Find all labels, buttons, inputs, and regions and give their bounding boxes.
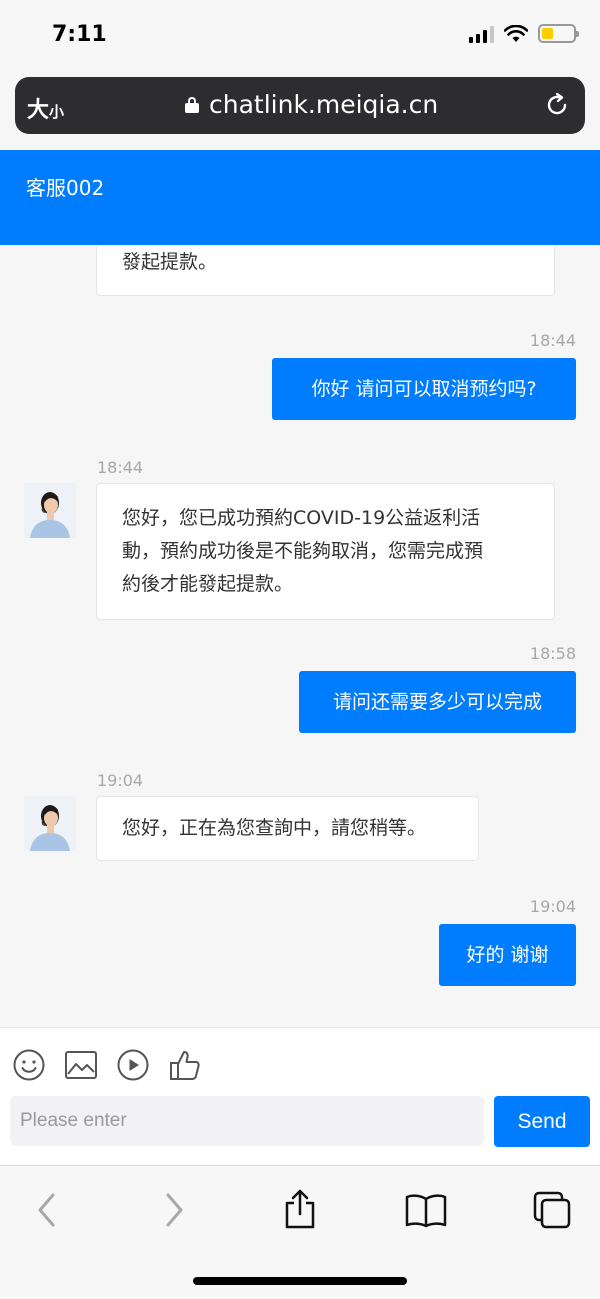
agent-message: 您好，正在為您查詢中，請您稍等。 bbox=[96, 796, 479, 861]
chat-header: 客服002 bbox=[0, 150, 600, 245]
send-button[interactable]: Send bbox=[494, 1096, 590, 1147]
battery-icon bbox=[538, 24, 579, 43]
my-message: 好的 谢谢 bbox=[439, 924, 576, 986]
agent-avatar-image bbox=[24, 796, 76, 851]
share-icon[interactable] bbox=[282, 1188, 318, 1230]
url-text: chatlink.meiqia.cn bbox=[209, 90, 439, 119]
browser-toolbar bbox=[0, 1165, 600, 1299]
composer-tools bbox=[12, 1048, 202, 1082]
message-timestamp: 19:04 bbox=[97, 771, 144, 790]
reload-icon[interactable] bbox=[543, 91, 571, 119]
message-line: 動，預約成功後是不能夠取消，您需完成預 bbox=[122, 540, 484, 562]
message-line: 約後才能發起提款。 bbox=[122, 573, 294, 595]
image-icon[interactable] bbox=[64, 1050, 98, 1080]
message-timestamp: 18:44 bbox=[529, 331, 576, 350]
message-list[interactable]: 發起提款。 18:44 你好 请问可以取消预约吗? 18:44 您好，您已成功預… bbox=[0, 245, 600, 1027]
my-message: 请问还需要多少可以完成 bbox=[299, 671, 576, 733]
address-bar[interactable]: 大小 chatlink.meiqia.cn bbox=[15, 77, 585, 134]
message-composer: Send bbox=[0, 1027, 600, 1165]
agent-avatar-image bbox=[24, 483, 76, 538]
forward-icon[interactable] bbox=[160, 1190, 188, 1230]
wifi-icon bbox=[504, 24, 528, 42]
agent-avatar bbox=[24, 796, 76, 851]
chat-title: 客服002 bbox=[26, 176, 105, 200]
lock-icon bbox=[185, 96, 199, 113]
agent-message: 發起提款。 bbox=[96, 245, 555, 296]
message-line: 您好，正在為您查詢中，請您稍等。 bbox=[122, 817, 427, 839]
message-line: 您好，您已成功預約COVID-19公益返利活 bbox=[122, 507, 481, 529]
message-timestamp: 19:04 bbox=[529, 897, 576, 916]
message-timestamp: 18:58 bbox=[529, 644, 576, 663]
cellular-signal-icon bbox=[469, 25, 494, 43]
status-time: 7:11 bbox=[52, 22, 107, 47]
play-icon[interactable] bbox=[116, 1048, 150, 1082]
back-icon[interactable] bbox=[33, 1190, 61, 1230]
text-size-small-label: 小 bbox=[49, 103, 65, 121]
agent-message: 您好，您已成功預約COVID-19公益返利活 動，預約成功後是不能夠取消，您需完… bbox=[96, 483, 555, 620]
agent-avatar bbox=[24, 483, 76, 538]
url-display[interactable]: chatlink.meiqia.cn bbox=[185, 90, 438, 119]
message-input[interactable] bbox=[10, 1096, 484, 1146]
text-size-big-label: 大 bbox=[27, 98, 50, 123]
emoji-icon[interactable] bbox=[12, 1048, 46, 1082]
thumbs-up-icon[interactable] bbox=[168, 1048, 202, 1082]
message-line: 發起提款。 bbox=[122, 251, 218, 273]
status-icons bbox=[469, 24, 579, 43]
my-message: 你好 请问可以取消预约吗? bbox=[272, 358, 576, 420]
message-timestamp: 18:44 bbox=[97, 458, 144, 477]
tabs-icon[interactable] bbox=[532, 1190, 572, 1230]
home-indicator bbox=[193, 1277, 407, 1285]
text-size-button[interactable]: 大小 bbox=[27, 92, 64, 124]
status-bar: 7:11 bbox=[0, 0, 600, 72]
bookmarks-icon[interactable] bbox=[404, 1192, 448, 1228]
